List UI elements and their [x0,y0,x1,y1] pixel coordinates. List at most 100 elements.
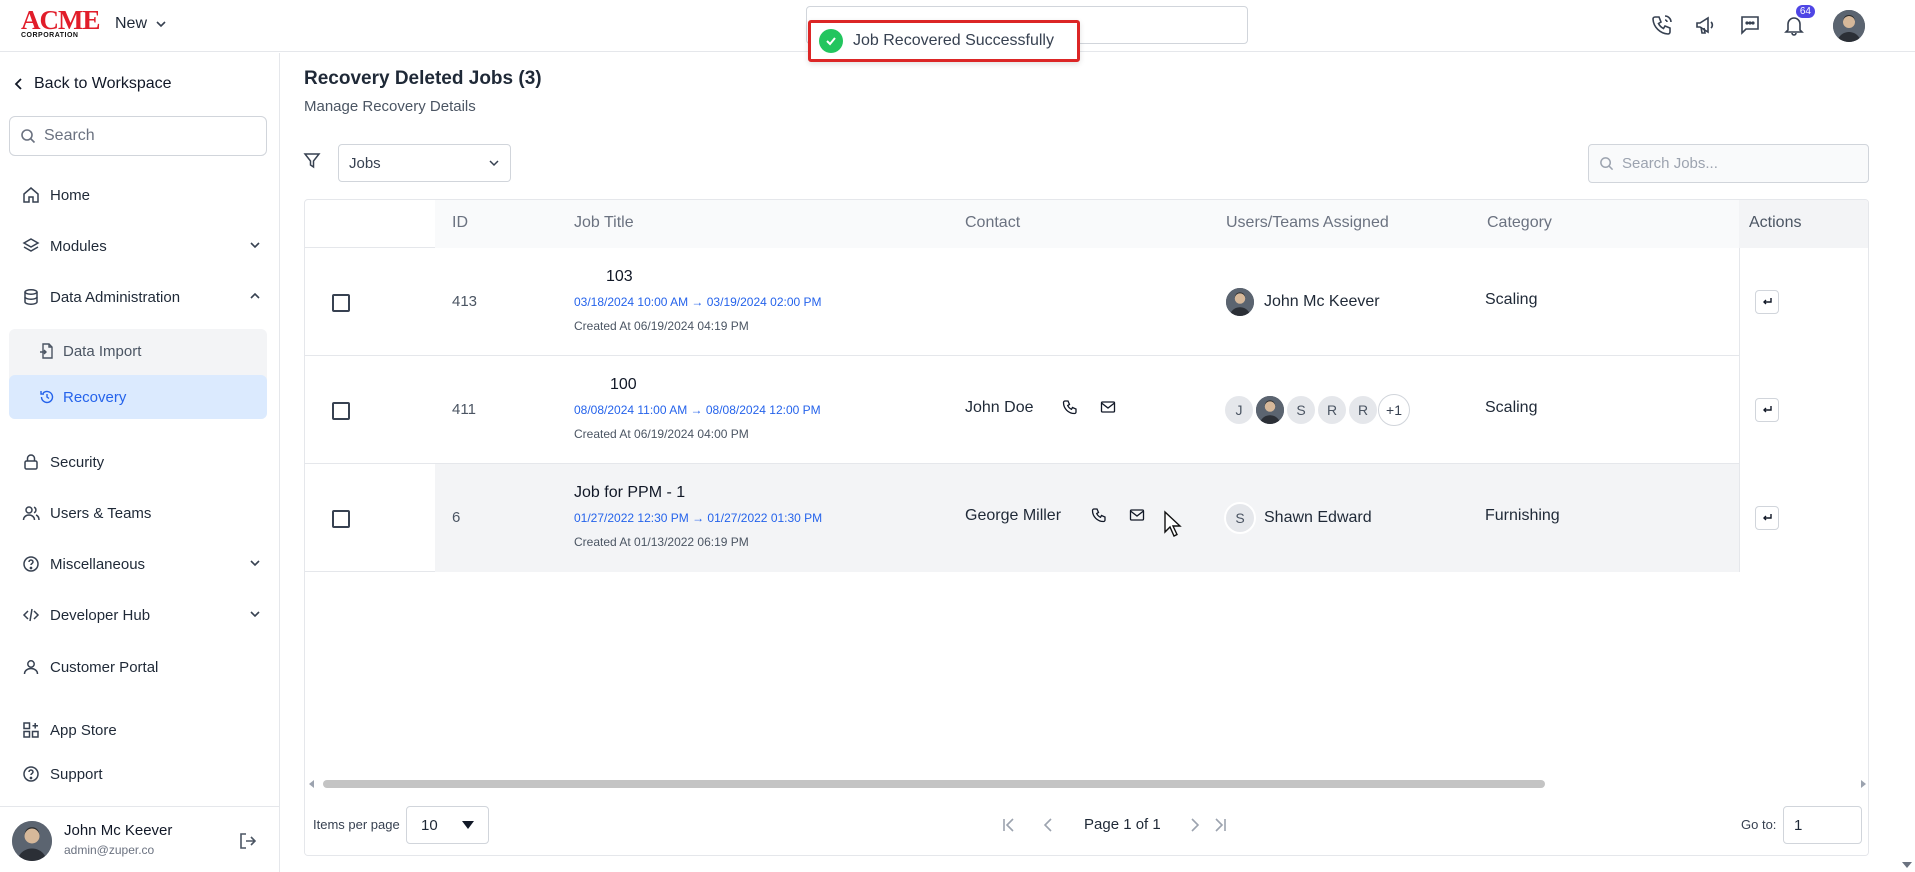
phone-icon[interactable] [1062,399,1078,415]
sidebar-search-input[interactable]: Search [9,116,267,156]
search-jobs-input[interactable]: Search Jobs... [1588,144,1869,183]
assignee-avatar-stack[interactable]: J S R R +1 [1223,394,1410,426]
scroll-right-icon[interactable] [1858,779,1868,789]
chat-icon[interactable] [1735,10,1765,40]
sidebar-item-label: Security [50,453,105,471]
sidebar-item-users-teams[interactable]: Users & Teams [22,501,262,525]
job-title[interactable]: 100 [610,376,637,394]
row-checkbox[interactable] [332,294,350,312]
table-row[interactable]: 411 100 08/08/2024 11:00 AM → 08/08/2024… [305,356,1868,464]
job-title[interactable]: 103 [606,268,633,286]
avatar: S [1224,502,1256,534]
assignee: S Shawn Edward [1224,502,1372,534]
column-header-category[interactable]: Category [1487,214,1552,232]
column-header-assigned[interactable]: Users/Teams Assigned [1226,214,1389,232]
table-row[interactable]: 6 Job for PPM - 1 01/27/2022 12:30 PM → … [305,464,1868,572]
recover-button[interactable] [1755,290,1779,314]
job-dates: 08/08/2024 11:00 AM → 08/08/2024 12:00 P… [574,403,821,417]
sidebar-item-recovery[interactable]: Recovery [9,375,267,419]
items-per-page-select[interactable]: 10 [406,806,489,844]
recover-button[interactable] [1755,506,1779,530]
sidebar-search-placeholder: Search [44,127,95,144]
chevron-left-icon [14,78,22,90]
sidebar-item-data-administration[interactable]: Data Administration [22,285,262,309]
sidebar-item-label: Users & Teams [50,504,152,522]
logout-icon[interactable] [238,831,258,851]
contact-name[interactable]: John Doe [965,399,1034,417]
next-page-icon[interactable] [1185,816,1203,834]
column-header-id[interactable]: ID [452,214,468,232]
sidebar-item-label: Home [50,186,91,204]
top-icons: 64 [1647,5,1855,40]
page-info: Page 1 of 1 [1084,816,1161,833]
data-admin-submenu: Data Import Recovery [9,329,267,419]
more-assignees-badge[interactable]: +1 [1378,394,1410,426]
search-jobs-placeholder: Search Jobs... [1622,155,1718,172]
users-icon [22,506,40,521]
help-circle-icon [23,556,39,572]
prev-page-icon[interactable] [1040,816,1058,834]
column-header-contact[interactable]: Contact [965,214,1020,232]
check-circle-icon [819,29,843,53]
avatar: S [1285,394,1317,426]
sidebar-item-label: Data Administration [50,288,181,306]
new-button[interactable]: New [115,15,167,33]
phone-icon[interactable] [1091,507,1107,523]
phone-call-icon[interactable] [1647,10,1677,40]
goto-value: 1 [1794,816,1803,834]
acme-logo[interactable]: ACME CORPORATION [21,6,101,40]
sidebar-item-data-import[interactable]: Data Import [9,329,267,373]
page-scroll-down-icon[interactable] [1901,860,1913,870]
user-name: John Mc Keever [64,822,173,839]
sidebar-item-developer-hub[interactable]: Developer Hub [22,603,262,627]
sidebar-item-customer-portal[interactable]: Customer Portal [22,655,262,679]
job-title[interactable]: Job for PPM - 1 [574,484,685,502]
job-category: Scaling [1485,399,1538,416]
job-category: Furnishing [1485,507,1560,524]
contact-name[interactable]: George Miller [965,507,1061,525]
scroll-left-icon[interactable] [307,779,317,789]
job-category: Scaling [1485,291,1538,308]
sidebar: Back to Workspace Search Home Modules Da… [0,53,280,872]
sidebar-item-label: Miscellaneous [50,555,146,573]
avatar[interactable] [12,821,52,861]
sidebar-item-home[interactable]: Home [22,183,262,207]
chevron-down-icon [250,611,260,618]
horizontal-scrollbar[interactable] [305,775,1868,791]
column-header-job-title[interactable]: Job Title [574,214,634,232]
help-circle-icon [23,766,39,782]
scrollbar-thumb[interactable] [323,780,1545,788]
last-page-icon[interactable] [1211,816,1229,834]
first-page-icon[interactable] [1000,816,1018,834]
bell-icon[interactable]: 64 [1779,5,1815,40]
avatar: R [1347,394,1379,426]
table-row[interactable]: 413 103 03/18/2024 10:00 AM → 03/19/2024… [305,248,1868,356]
sidebar-item-support[interactable]: Support [22,762,262,786]
avatar [1224,286,1256,318]
items-per-page-label: Items per page [313,817,400,832]
sidebar-item-modules[interactable]: Modules [22,234,262,258]
megaphone-icon[interactable] [1691,10,1721,40]
row-checkbox[interactable] [332,510,350,528]
success-toast: Job Recovered Successfully [808,20,1080,62]
filter-icon[interactable] [303,152,321,170]
search-icon [21,129,36,144]
job-id: 411 [452,401,476,418]
back-to-workspace-link[interactable]: Back to Workspace [14,75,172,93]
user-avatar[interactable] [1833,10,1865,42]
row-checkbox[interactable] [332,402,350,420]
sidebar-item-app-store[interactable]: App Store [22,718,262,742]
lock-icon [24,454,38,470]
sidebar-item-miscellaneous[interactable]: Miscellaneous [22,552,262,576]
sidebar-item-label: Recovery [63,388,127,406]
recover-button[interactable] [1755,398,1779,422]
mail-icon[interactable] [1100,399,1116,415]
job-created: Created At 01/13/2022 06:19 PM [574,535,749,549]
goto-page-input[interactable]: 1 [1783,806,1862,844]
home-icon [23,187,39,203]
header-background [435,200,1868,248]
sidebar-item-security[interactable]: Security [22,450,262,474]
history-icon [40,390,54,404]
mail-icon[interactable] [1129,507,1145,523]
jobs-type-select[interactable]: Jobs [338,144,511,182]
